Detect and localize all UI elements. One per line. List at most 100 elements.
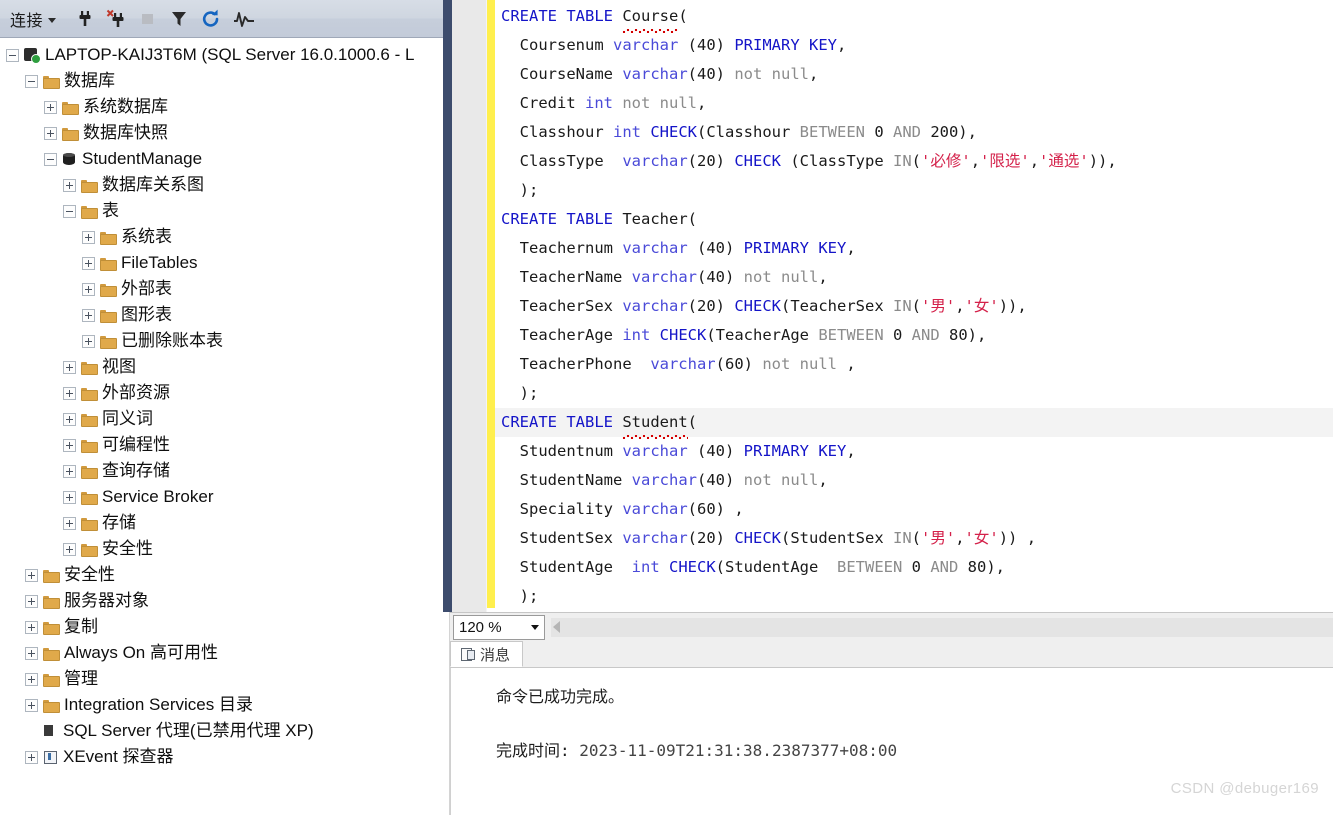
server-icon bbox=[24, 48, 41, 64]
tree-node-security[interactable]: 安全性 bbox=[0, 562, 443, 588]
tree-node-programmability[interactable]: 可编程性 bbox=[0, 432, 443, 458]
scrollbar-thumb[interactable] bbox=[443, 0, 452, 612]
expand-icon[interactable] bbox=[63, 490, 76, 504]
stop-icon[interactable] bbox=[134, 5, 162, 33]
code-line[interactable]: CREATE TABLE Teacher( bbox=[495, 205, 1333, 234]
expand-icon[interactable] bbox=[63, 542, 76, 556]
expand-icon[interactable] bbox=[63, 516, 76, 530]
tree-node-external-tables[interactable]: 外部表 bbox=[0, 276, 443, 302]
tree-node-db-security[interactable]: 安全性 bbox=[0, 536, 443, 562]
expand-icon[interactable] bbox=[44, 126, 57, 140]
horizontal-scrollbar[interactable] bbox=[551, 618, 1333, 637]
zoom-level-select[interactable]: 120 % bbox=[453, 615, 545, 640]
expand-icon[interactable] bbox=[82, 230, 95, 244]
filter-icon[interactable] bbox=[164, 5, 194, 33]
tab-messages[interactable]: 消息 bbox=[450, 641, 524, 667]
tree-node-system-tables[interactable]: 系统表 bbox=[0, 224, 443, 250]
code-line[interactable]: ); bbox=[495, 176, 1333, 205]
expand-icon[interactable] bbox=[25, 750, 38, 764]
activity-monitor-icon[interactable] bbox=[228, 5, 260, 33]
object-explorer-tree[interactable]: LAPTOP-KAIJ3T6M (SQL Server 16.0.1000.6 … bbox=[0, 38, 443, 815]
tree-node-sql-agent[interactable]: SQL Server 代理(已禁用代理 XP) bbox=[0, 718, 443, 744]
tree-node-integration-services[interactable]: Integration Services 目录 bbox=[0, 692, 443, 718]
collapse-icon[interactable] bbox=[6, 48, 19, 62]
code-line[interactable]: TeacherAge int CHECK (TeacherAge BETWEEN … bbox=[495, 321, 1333, 350]
expand-icon[interactable] bbox=[25, 594, 38, 608]
code-line[interactable]: Coursenum varchar (40) PRIMARY KEY, bbox=[495, 31, 1333, 60]
tree-node-label: 复制 bbox=[64, 617, 98, 636]
code-line[interactable]: StudentAge int CHECK (StudentAge BETWEEN … bbox=[495, 553, 1333, 582]
code-line[interactable]: Teachernum varchar (40) PRIMARY KEY, bbox=[495, 234, 1333, 263]
expand-icon[interactable] bbox=[82, 308, 95, 322]
tree-node-database-diagrams[interactable]: 数据库关系图 bbox=[0, 172, 443, 198]
editor-gutter[interactable] bbox=[452, 0, 487, 612]
tree-node-filetables[interactable]: FileTables bbox=[0, 250, 443, 276]
code-line[interactable]: TeacherPhone varchar(60) not null , bbox=[495, 350, 1333, 379]
code-line[interactable]: ); bbox=[495, 582, 1333, 611]
scroll-left-icon[interactable] bbox=[553, 621, 560, 633]
editor-vertical-scrollbar[interactable] bbox=[443, 0, 452, 612]
code-line[interactable]: CREATE TABLE Course( bbox=[495, 2, 1333, 33]
collapse-icon[interactable] bbox=[44, 152, 57, 166]
tree-node-service-broker[interactable]: Service Broker bbox=[0, 484, 443, 510]
tree-node-databases[interactable]: 数据库 bbox=[0, 68, 443, 94]
expand-icon[interactable] bbox=[25, 672, 38, 686]
disconnect-plug-icon[interactable] bbox=[102, 5, 132, 33]
code-line[interactable]: StudentSex varchar(20) CHECK (StudentSex … bbox=[495, 524, 1333, 553]
messages-output[interactable]: 命令已成功完成。 完成时间: 2023-11-09T21:31:38.23873… bbox=[450, 668, 1333, 766]
expand-icon[interactable] bbox=[63, 386, 76, 400]
expand-icon[interactable] bbox=[63, 438, 76, 452]
connect-plug-icon[interactable] bbox=[70, 5, 100, 33]
expand-icon[interactable] bbox=[63, 464, 76, 478]
collapse-icon[interactable] bbox=[63, 204, 76, 218]
code-token: 40 bbox=[706, 239, 725, 257]
expand-icon[interactable] bbox=[44, 100, 57, 114]
tree-node-system-databases[interactable]: 系统数据库 bbox=[0, 94, 443, 120]
tree-node-query-store[interactable]: 查询存储 bbox=[0, 458, 443, 484]
expand-icon[interactable] bbox=[82, 334, 95, 348]
tree-node-management[interactable]: 管理 bbox=[0, 666, 443, 692]
connect-label: 连接 bbox=[10, 12, 44, 30]
expand-icon[interactable] bbox=[25, 620, 38, 634]
code-line[interactable]: Speciality varchar(60) , bbox=[495, 495, 1333, 524]
tree-node-always-on[interactable]: Always On 高可用性 bbox=[0, 640, 443, 666]
expand-icon[interactable] bbox=[63, 178, 76, 192]
tree-node-graph-tables[interactable]: 图形表 bbox=[0, 302, 443, 328]
expand-icon[interactable] bbox=[82, 282, 95, 296]
tree-node-xevent-profiler[interactable]: XEvent 探查器 bbox=[0, 744, 443, 770]
code-token: Course bbox=[622, 2, 679, 33]
expand-icon[interactable] bbox=[25, 646, 38, 660]
expand-icon[interactable] bbox=[63, 412, 76, 426]
tree-node-label: 外部表 bbox=[121, 279, 172, 298]
code-line[interactable]: ClassType varchar(20) CHECK (ClassType I… bbox=[495, 147, 1333, 176]
refresh-icon[interactable] bbox=[196, 5, 226, 33]
code-line[interactable]: CREATE TABLE Student( bbox=[495, 408, 1333, 439]
tree-node-synonyms[interactable]: 同义词 bbox=[0, 406, 443, 432]
tree-node-server-objects[interactable]: 服务器对象 bbox=[0, 588, 443, 614]
code-line[interactable]: Studentnum varchar (40) PRIMARY KEY, bbox=[495, 437, 1333, 466]
collapse-icon[interactable] bbox=[25, 74, 38, 88]
tree-node-views[interactable]: 视图 bbox=[0, 354, 443, 380]
tree-node-tables[interactable]: 表 bbox=[0, 198, 443, 224]
tree-node-external-resources[interactable]: 外部资源 bbox=[0, 380, 443, 406]
connect-dropdown-button[interactable]: 连接 bbox=[6, 5, 60, 33]
code-line[interactable]: StudentName varchar(40) not null, bbox=[495, 466, 1333, 495]
tree-node-database-snapshots[interactable]: 数据库快照 bbox=[0, 120, 443, 146]
code-line[interactable]: Credit int not null, bbox=[495, 89, 1333, 118]
code-line[interactable]: TeacherName varchar(40) not null, bbox=[495, 263, 1333, 292]
tree-node-storage[interactable]: 存储 bbox=[0, 510, 443, 536]
tree-node-dropped-ledger-tables[interactable]: 已删除账本表 bbox=[0, 328, 443, 354]
tree-node-replication[interactable]: 复制 bbox=[0, 614, 443, 640]
code-line[interactable]: CourseName varchar(40) not null, bbox=[495, 60, 1333, 89]
expand-icon[interactable] bbox=[25, 698, 38, 712]
code-line[interactable]: Classhour int CHECK (Classhour BETWEEN 0 … bbox=[495, 118, 1333, 147]
expand-icon[interactable] bbox=[25, 568, 38, 582]
tree-node-server[interactable]: LAPTOP-KAIJ3T6M (SQL Server 16.0.1000.6 … bbox=[0, 42, 443, 68]
expand-icon[interactable] bbox=[82, 256, 95, 270]
code-line[interactable]: ); bbox=[495, 379, 1333, 408]
code-line[interactable]: TeacherSex varchar(20) CHECK (TeacherSex … bbox=[495, 292, 1333, 321]
expand-icon[interactable] bbox=[63, 360, 76, 374]
sql-code-area[interactable]: CREATE TABLE Course( Coursenum varchar (… bbox=[495, 0, 1333, 612]
tree-node-studentmanage[interactable]: StudentManage bbox=[0, 146, 443, 172]
